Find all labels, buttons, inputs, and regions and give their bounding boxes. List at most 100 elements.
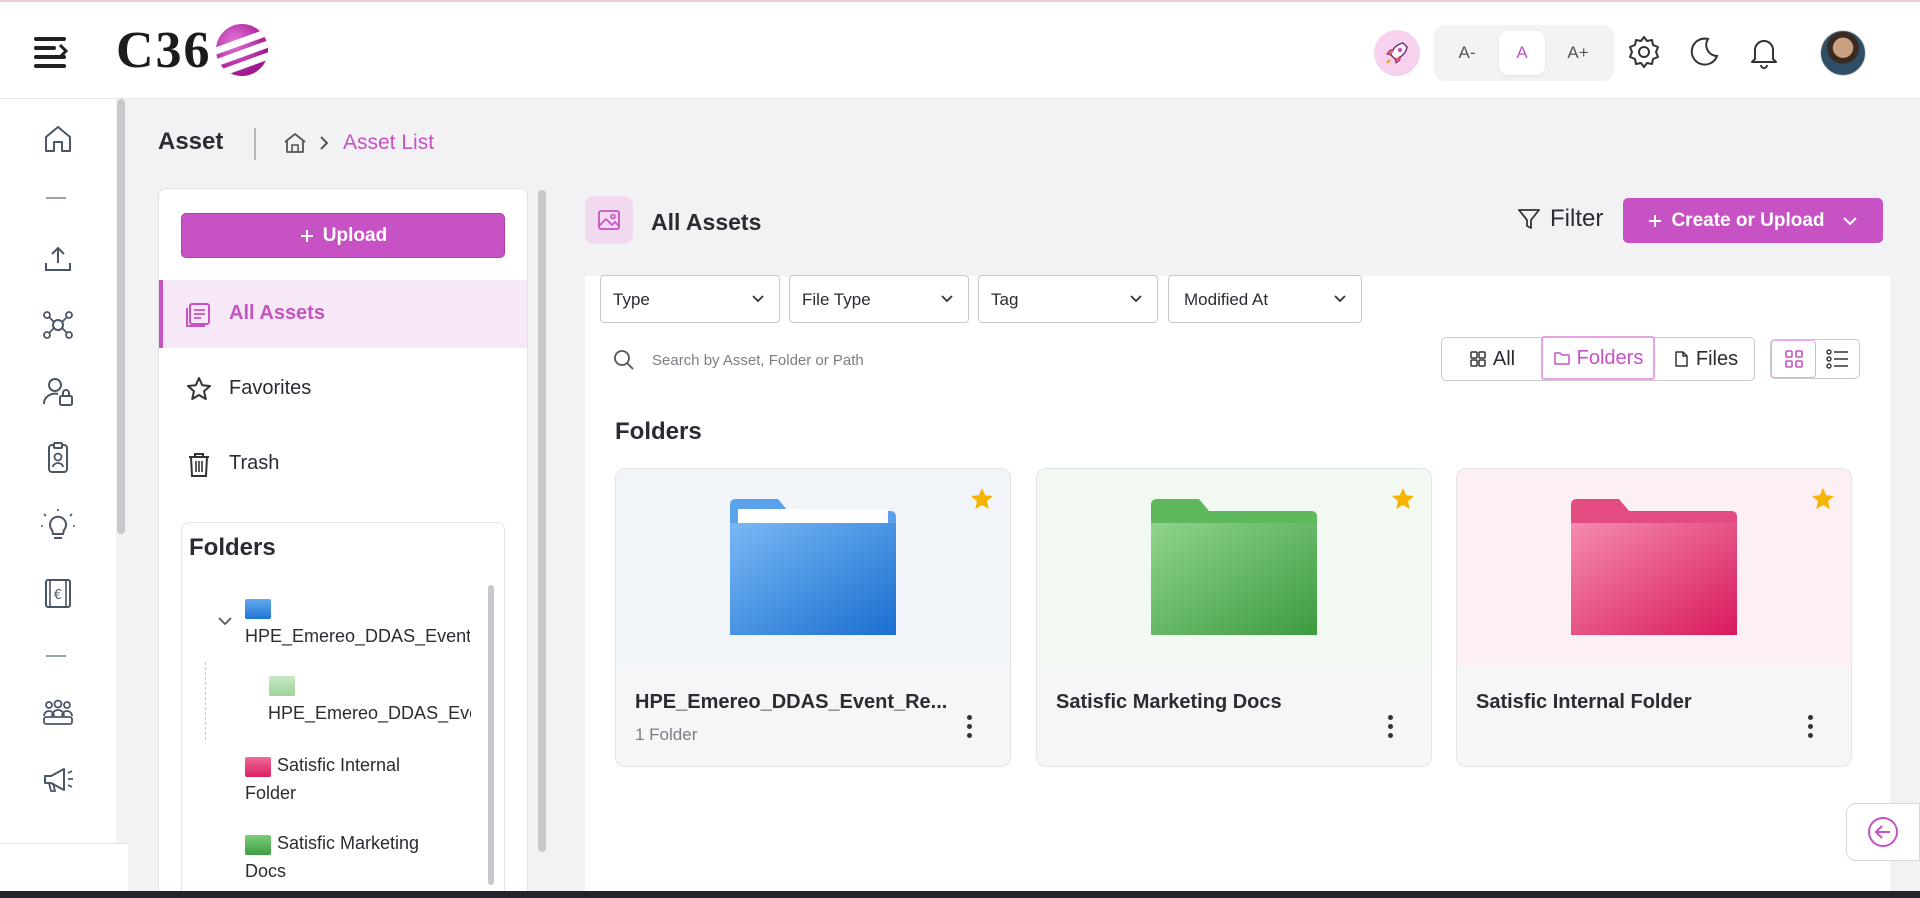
breadcrumb-home-icon[interactable] (282, 130, 308, 156)
font-decrease-button[interactable]: A- (1444, 31, 1490, 75)
segment-files[interactable]: Files (1655, 338, 1755, 380)
tree-guide-line (205, 662, 206, 740)
more-icon[interactable] (1387, 713, 1395, 743)
nav-label: All Assets (229, 302, 325, 324)
content-type-toggle: All Folders Files (1441, 336, 1755, 381)
rail-scrollbar[interactable] (116, 99, 126, 898)
tree-toggle-chevron-icon[interactable] (216, 614, 234, 628)
segment-all[interactable]: All (1442, 338, 1542, 380)
folder-card[interactable]: Satisfic Marketing Docs (1036, 468, 1432, 767)
folder-card[interactable]: Satisfic Internal Folder (1456, 468, 1852, 767)
tree-item-label[interactable]: Satisfic Marketing (277, 833, 419, 854)
tree-folder-icon (245, 835, 271, 855)
menu-icon[interactable] (34, 35, 72, 69)
title-divider (254, 128, 256, 160)
type-dropdown[interactable]: Type (600, 275, 780, 323)
badge-icon[interactable] (40, 440, 76, 476)
upload-button[interactable]: Upload (181, 213, 505, 258)
section-title: Folders (615, 418, 702, 445)
folder-icon (1553, 352, 1570, 365)
top-bar: C36 A- A A+ (0, 0, 1920, 99)
breadcrumb-current[interactable]: Asset List (343, 131, 434, 155)
star-icon[interactable] (1389, 485, 1417, 513)
avatar[interactable] (1820, 30, 1866, 76)
segment-folders[interactable]: Folders (1541, 336, 1655, 380)
search-bar (612, 342, 1112, 378)
rocket-icon[interactable] (1374, 30, 1420, 76)
tree-folder-icon (245, 599, 271, 619)
main-title: All Assets (651, 209, 762, 235)
currency-icon[interactable]: € (40, 575, 76, 611)
search-input[interactable] (652, 346, 1092, 374)
tree-item-label[interactable]: Satisfic Internal (277, 755, 400, 776)
card-footer (1037, 665, 1431, 766)
segment-label: Folders (1576, 346, 1644, 369)
folder-icon (730, 499, 896, 635)
tree-item-label-line2[interactable]: Docs (245, 861, 286, 882)
home-icon[interactable] (40, 121, 76, 157)
page-title: Asset (158, 128, 224, 155)
tree-item-label-line2[interactable]: Folder (245, 783, 296, 804)
user-lock-icon[interactable] (40, 374, 76, 410)
nav-trash[interactable]: Trash (159, 430, 527, 498)
gear-icon[interactable] (1626, 34, 1662, 70)
list-view-button[interactable] (1815, 340, 1860, 378)
arrow-left-circle-icon (1868, 817, 1898, 847)
dropdown-label: Tag (991, 290, 1019, 309)
card-title: Satisfic Marketing Docs (1056, 691, 1282, 713)
file-icon (1675, 351, 1688, 367)
tag-dropdown[interactable]: Tag (978, 275, 1158, 323)
star-icon[interactable] (1809, 485, 1837, 513)
tree-item-label[interactable]: HPE_Emereo_DDAS_Event_ (245, 626, 470, 647)
more-icon[interactable] (966, 713, 974, 743)
card-title: Satisfic Internal Folder (1476, 691, 1692, 713)
upload-label: Upload (322, 224, 388, 246)
card-title: HPE_Emereo_DDAS_Event_Re... (635, 691, 948, 713)
file-type-dropdown[interactable]: File Type (789, 275, 969, 323)
chevron-down-icon (941, 295, 953, 303)
bell-icon[interactable] (1746, 34, 1782, 70)
modified-at-dropdown[interactable]: Modified At (1168, 275, 1362, 323)
create-or-upload-button[interactable]: Create or Upload (1623, 198, 1883, 243)
trash-icon (185, 450, 213, 478)
dropdown-label: Type (613, 290, 650, 309)
rail-divider (46, 655, 66, 657)
font-increase-button[interactable]: A+ (1555, 31, 1601, 75)
grid-icon (1470, 351, 1486, 367)
folder-card[interactable]: HPE_Emereo_DDAS_Event_Re... 1 Folder (615, 468, 1011, 767)
tree-item-label[interactable]: HPE_Emereo_DDAS_Eve (268, 703, 471, 724)
tree-folder-icon (269, 676, 295, 696)
folder-tree-scrollbar[interactable] (488, 585, 494, 885)
panel-scrollbar[interactable] (538, 190, 546, 852)
moon-icon[interactable] (1686, 34, 1722, 70)
grid-view-button[interactable] (1771, 340, 1816, 378)
rail-divider (46, 197, 66, 199)
grid-view-icon (1784, 350, 1803, 368)
team-icon[interactable] (40, 694, 76, 730)
nav-favorites[interactable]: Favorites (159, 355, 527, 423)
more-icon[interactable] (1807, 713, 1815, 743)
dropdown-label: File Type (802, 290, 871, 309)
chevron-down-icon (752, 295, 764, 303)
bulb-icon[interactable] (40, 508, 76, 544)
megaphone-icon[interactable] (40, 761, 76, 797)
filter-button[interactable]: Filter (1516, 205, 1603, 233)
star-icon[interactable] (968, 485, 996, 513)
card-footer (616, 665, 1010, 766)
upload-icon[interactable] (40, 241, 76, 277)
folder-icon (1151, 499, 1317, 635)
logo[interactable]: C36 (116, 20, 268, 80)
nav-all-assets[interactable]: All Assets (159, 280, 527, 348)
chevron-down-icon (1130, 295, 1142, 303)
left-rail: € (0, 99, 116, 843)
view-mode-toggle (1770, 339, 1860, 379)
collapse-back-button[interactable] (1846, 803, 1920, 861)
tree-folder-icon (245, 757, 271, 777)
chevron-down-icon (1842, 216, 1857, 225)
list-view-icon (1825, 349, 1848, 369)
folder-icon (1571, 499, 1737, 635)
os-taskbar (0, 891, 1920, 898)
network-icon[interactable] (40, 307, 76, 343)
font-normal-button[interactable]: A (1499, 31, 1545, 75)
segment-label: Files (1695, 347, 1739, 370)
